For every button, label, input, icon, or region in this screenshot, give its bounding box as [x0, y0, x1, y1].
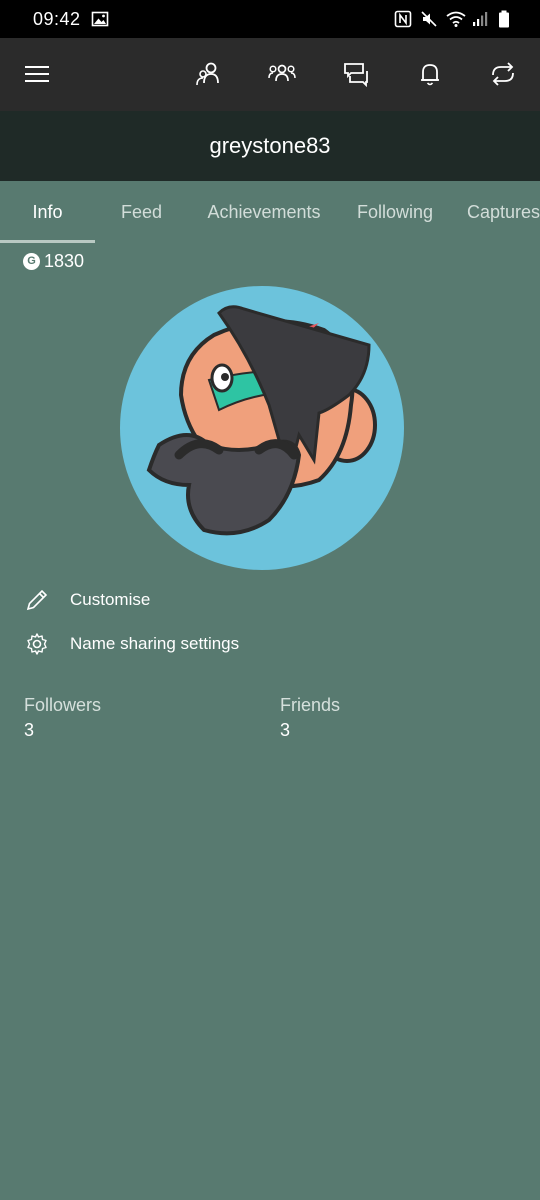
gamerscore-icon: G	[23, 252, 40, 270]
signal-icon	[472, 10, 490, 28]
mute-icon	[420, 10, 438, 28]
friends-count: 3	[280, 720, 291, 740]
gear-icon	[24, 631, 50, 657]
tab-info[interactable]: Info	[0, 181, 95, 244]
followers-label: Followers	[24, 695, 102, 715]
name-sharing-settings-button[interactable]: Name sharing settings	[24, 629, 239, 659]
gamerscore-value: 1830	[44, 250, 85, 271]
friends-icon[interactable]	[190, 56, 226, 92]
followers-count: 3	[24, 720, 35, 740]
gamertag: greystone83	[209, 133, 331, 158]
app-bar	[0, 38, 540, 111]
name-sharing-label: Name sharing settings	[70, 634, 240, 653]
tab-feed[interactable]: Feed	[95, 181, 188, 244]
tab-captures[interactable]: Captures	[458, 181, 540, 244]
active-tab-indicator	[0, 240, 95, 243]
customise-label: Customise	[70, 590, 151, 609]
friends-stat[interactable]: Friends 3	[280, 695, 340, 741]
gamerscore: G 1830	[23, 250, 84, 272]
pencil-icon	[24, 587, 50, 613]
wifi-icon	[446, 10, 466, 28]
profile-tabs: Info Feed Achievements Following Capture…	[0, 181, 540, 244]
profile-header: greystone83	[0, 111, 540, 181]
image-icon	[91, 10, 109, 28]
status-time: 09:42	[33, 8, 81, 29]
customise-button[interactable]: Customise	[24, 585, 150, 615]
party-icon[interactable]	[264, 56, 300, 92]
menu-icon[interactable]	[19, 56, 55, 92]
friends-label: Friends	[280, 695, 341, 715]
notifications-icon[interactable]	[412, 56, 448, 92]
followers-stat[interactable]: Followers 3	[24, 695, 101, 741]
messages-icon[interactable]	[338, 56, 374, 92]
tab-following[interactable]: Following	[340, 181, 450, 244]
sync-icon[interactable]	[485, 56, 521, 92]
status-bar: 09:42	[0, 0, 540, 38]
avatar[interactable]	[119, 285, 405, 571]
nfc-icon	[394, 10, 412, 28]
tab-achievements[interactable]: Achievements	[190, 181, 338, 244]
battery-icon	[498, 10, 516, 28]
